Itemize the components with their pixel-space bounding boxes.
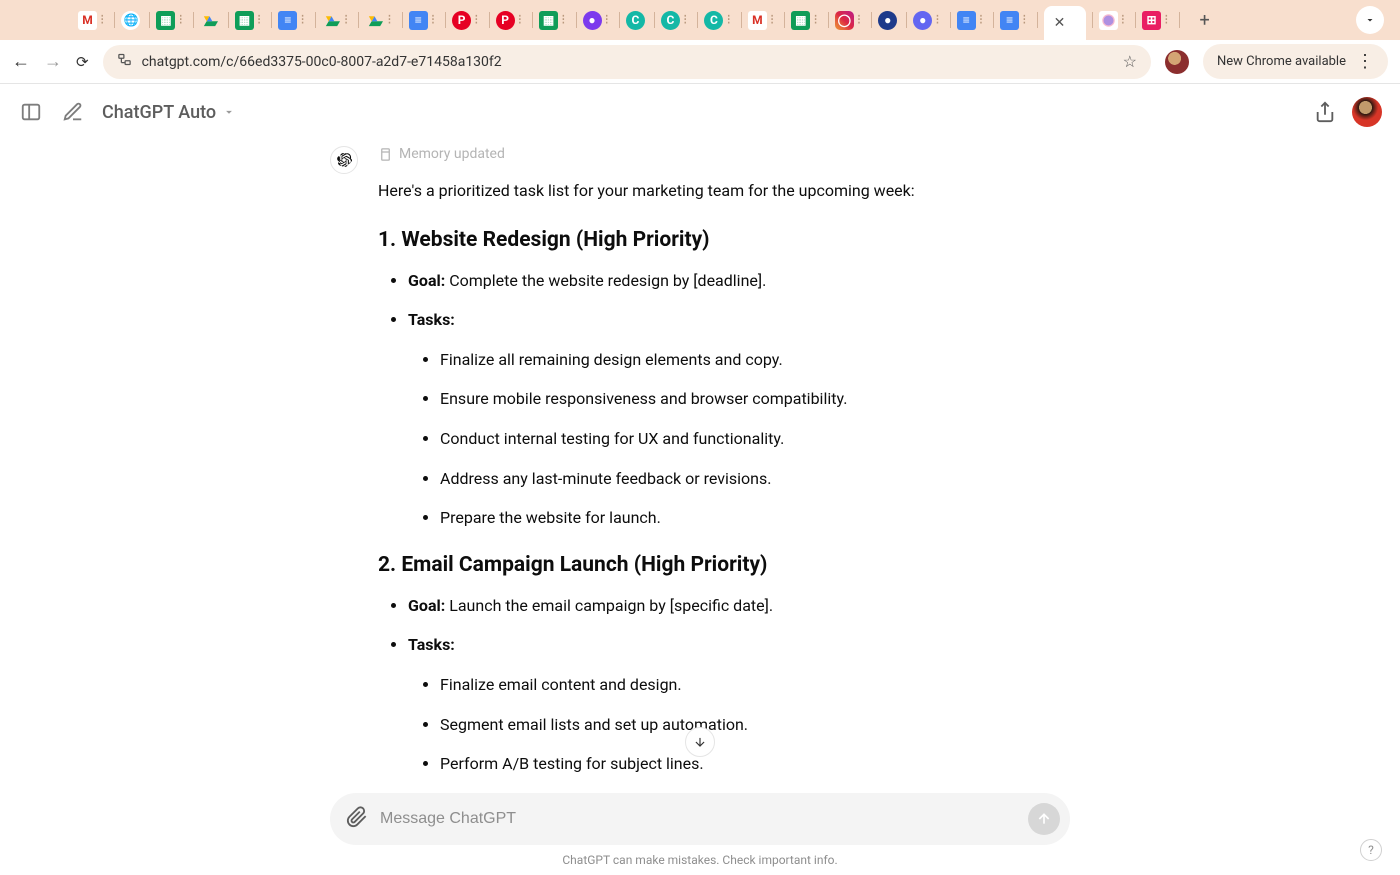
section-heading: 2. Email Campaign Launch (High Priority) [378, 553, 1070, 577]
section-heading: 1. Website Redesign (High Priority) [378, 228, 1070, 252]
tab-sheets-icon[interactable]: ▦ [791, 11, 810, 30]
tasks-label: Tasks: [408, 310, 455, 329]
goal-text: Launch the email campaign by [specific d… [445, 596, 773, 615]
reload-button[interactable]: ⟳ [76, 53, 89, 71]
tab-app-icon[interactable]: ⊞ [1142, 11, 1161, 30]
site-settings-icon[interactable] [117, 52, 132, 71]
task-list: Goal: Complete the website redesign by [… [378, 268, 1070, 531]
subtask-item: Finalize all remaining design elements a… [440, 347, 1070, 373]
tab-gmail-icon[interactable]: M [748, 11, 767, 30]
subtask-item: Segment email lists and set up automatio… [440, 712, 1070, 738]
goal-text: Complete the website redesign by [deadli… [445, 271, 766, 290]
send-button[interactable] [1028, 803, 1060, 835]
tab-docs-icon[interactable]: ≡ [1000, 11, 1019, 30]
tab-chatgpt-icon[interactable] [1099, 11, 1118, 30]
memory-label: Memory updated [399, 146, 505, 162]
goal-item: Goal: Complete the website redesign by [… [408, 268, 1070, 294]
model-name: ChatGPT Auto [102, 102, 216, 123]
composer [330, 793, 1070, 845]
tasks-label: Tasks: [408, 635, 455, 654]
subtask-item: Prepare the website for launch. [440, 505, 1070, 531]
tab-app-icon[interactable]: ● [583, 11, 602, 30]
url-text[interactable]: chatgpt.com/c/66ed3375-00c0-8007-a2d7-e7… [142, 54, 1113, 70]
tasks-item: Tasks: Finalize all remaining design ele… [408, 307, 1070, 531]
tab-drive-icon[interactable] [200, 11, 219, 30]
subtask-item: Ensure mobile responsiveness and browser… [440, 386, 1070, 412]
tab-app-icon[interactable]: C [704, 11, 723, 30]
tab-sheets-icon[interactable]: ▦ [235, 11, 254, 30]
new-chat-button[interactable] [60, 99, 86, 125]
input-area: ChatGPT can make mistakes. Check importa… [0, 793, 1400, 875]
url-bar[interactable]: chatgpt.com/c/66ed3375-00c0-8007-a2d7-e7… [103, 45, 1151, 79]
tab-app-icon[interactable]: ● [913, 11, 932, 30]
goal-label: Goal: [408, 596, 445, 615]
active-tab[interactable]: ✕ [1044, 6, 1086, 40]
chrome-update-button[interactable]: New Chrome available ⋮ [1203, 44, 1388, 79]
subtask-item: Finalize email content and design. [440, 672, 1070, 698]
chrome-profile-avatar[interactable] [1165, 50, 1189, 74]
disclaimer-text: ChatGPT can make mistakes. Check importa… [562, 853, 837, 867]
subtask-item: Perform A/B testing for subject lines. [440, 751, 1070, 777]
bookmark-star-icon[interactable]: ☆ [1123, 52, 1137, 71]
app-header: ChatGPT Auto [0, 84, 1400, 140]
tab-drive-icon[interactable] [365, 11, 384, 30]
tab-docs-icon[interactable]: ≡ [278, 11, 297, 30]
subtask-list: Finalize all remaining design elements a… [408, 347, 1070, 531]
assistant-avatar-icon [330, 146, 358, 174]
user-avatar[interactable] [1352, 97, 1382, 127]
forward-button[interactable]: → [44, 51, 62, 72]
browser-tabs-strip: M⁝ 🌐 ▦⁝ ▦⁝ ≡⁝ ⁝ ⁝ ≡⁝ P⁝ P⁝ ▦⁝ ●⁝ C C⁝ C⁝… [0, 0, 1400, 40]
intro-text: Here's a prioritized task list for your … [378, 178, 1070, 204]
subtask-item: Conduct internal testing for UX and func… [440, 426, 1070, 452]
scroll-down-button[interactable] [685, 727, 715, 757]
sidebar-toggle-button[interactable] [18, 99, 44, 125]
tab-app-icon[interactable]: C [661, 11, 680, 30]
tab-pinterest-icon[interactable]: P [496, 11, 515, 30]
new-tab-button[interactable]: + [1200, 10, 1210, 31]
attach-button[interactable] [346, 806, 368, 832]
goal-label: Goal: [408, 271, 445, 290]
close-tab-icon[interactable]: ✕ [1054, 15, 1066, 31]
back-button[interactable]: ← [12, 51, 30, 72]
tab-sheets-icon[interactable]: ▦ [156, 11, 175, 30]
share-button[interactable] [1314, 101, 1336, 123]
tab-globe-icon[interactable]: 🌐 [121, 11, 140, 30]
assistant-message: Memory updated Here's a prioritized task… [330, 144, 1070, 870]
address-bar: ← → ⟳ chatgpt.com/c/66ed3375-00c0-8007-a… [0, 40, 1400, 84]
tab-docs-icon[interactable]: ≡ [409, 11, 428, 30]
tab-pinterest-icon[interactable]: P [452, 11, 471, 30]
tab-docs-icon[interactable]: ≡ [957, 11, 976, 30]
memory-updated-badge: Memory updated [378, 146, 505, 162]
help-button[interactable]: ? [1360, 839, 1382, 861]
conversation-content: Memory updated Here's a prioritized task… [0, 140, 1400, 870]
tab-sheets-icon[interactable]: ▦ [539, 11, 558, 30]
subtask-item: Address any last-minute feedback or revi… [440, 466, 1070, 492]
tab-gmail-icon[interactable]: M [78, 11, 97, 30]
model-switcher[interactable]: ChatGPT Auto [102, 102, 236, 123]
tab-instagram-icon[interactable]: ◯ [835, 11, 854, 30]
tab-app-icon[interactable]: C [626, 11, 645, 30]
tab-app-icon[interactable]: ● [878, 11, 897, 30]
goal-item: Goal: Launch the email campaign by [spec… [408, 593, 1070, 619]
tab-drive-icon[interactable] [322, 11, 341, 30]
message-input[interactable] [380, 810, 1016, 828]
tabs-dropdown-button[interactable] [1356, 6, 1384, 34]
chrome-update-label: New Chrome available [1217, 54, 1346, 69]
chrome-menu-icon[interactable]: ⋮ [1356, 51, 1374, 72]
